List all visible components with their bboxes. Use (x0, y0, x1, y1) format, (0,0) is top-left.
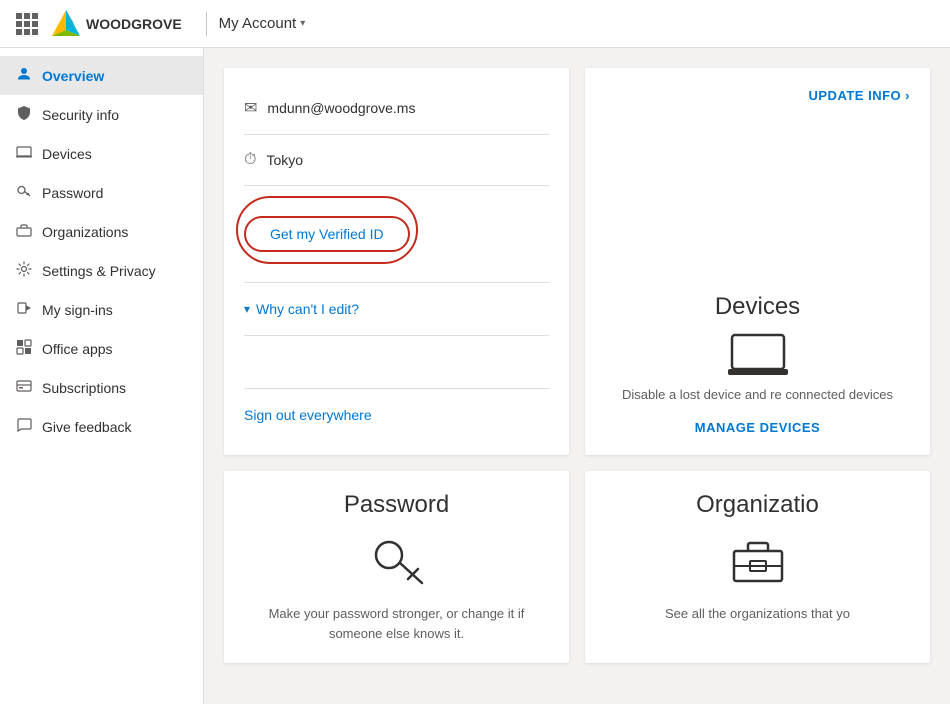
header-divider (206, 12, 207, 36)
office-sidebar-icon (16, 339, 32, 358)
sidebar-label-organizations: Organizations (42, 224, 128, 240)
org-title: Organizatio (605, 491, 910, 519)
org-card: Organizatio See all the organizations th… (585, 471, 930, 663)
location-icon: ⏱ (244, 151, 256, 169)
sidebar: Overview Security info Devices (0, 48, 204, 704)
location-row: ⏱ Tokyo (244, 141, 549, 179)
location-value: Tokyo (266, 152, 303, 168)
update-info-chevron: › (905, 88, 910, 103)
sidebar-item-settings[interactable]: Settings & Privacy (0, 251, 203, 290)
feedback-sidebar-icon (16, 417, 32, 436)
sidebar-label-feedback: Give feedback (42, 419, 132, 435)
divider-5 (244, 388, 549, 389)
sidebar-label-settings: Settings & Privacy (42, 263, 156, 279)
update-info-link[interactable]: UPDATE INFO › (809, 88, 911, 103)
email-value: mdunn@woodgrove.ms (267, 100, 415, 116)
profile-card: ✉ mdunn@woodgrove.ms ⏱ Tokyo Get my Veri… (224, 68, 569, 455)
signin-sidebar-icon (16, 300, 32, 319)
shield-icon (16, 105, 32, 124)
logo-text: WOODGROVE (86, 16, 182, 32)
sidebar-label-devices: Devices (42, 146, 92, 162)
sidebar-item-feedback[interactable]: Give feedback (0, 407, 203, 446)
app-grid-icon[interactable] (16, 13, 38, 35)
main-container: Overview Security info Devices (0, 48, 950, 704)
key-sidebar-icon (16, 183, 32, 202)
divider-1 (244, 134, 549, 135)
password-icon-area (244, 531, 549, 592)
sidebar-item-organizations[interactable]: Organizations (0, 212, 203, 251)
divider-2 (244, 185, 549, 186)
sign-out-link[interactable]: Sign out everywhere (244, 395, 549, 435)
verified-id-wrapper: Get my Verified ID (244, 200, 410, 260)
sidebar-label-office-apps: Office apps (42, 341, 113, 357)
sidebar-label-subscriptions: Subscriptions (42, 380, 126, 396)
laptop-card-icon (728, 333, 788, 377)
update-info-card: UPDATE INFO › Devices Disable a lost dev… (585, 68, 930, 455)
devices-description: Disable a lost device and re connected d… (605, 385, 910, 405)
password-card: Password Make your password stronger, or… (224, 471, 569, 663)
sidebar-label-password: Password (42, 185, 103, 201)
sidebar-item-security-info[interactable]: Security info (0, 95, 203, 134)
password-title: Password (244, 491, 549, 519)
divider-3 (244, 282, 549, 283)
email-icon: ✉ (244, 98, 257, 118)
sidebar-label-sign-ins: My sign-ins (42, 302, 113, 318)
sidebar-item-office-apps[interactable]: Office apps (0, 329, 203, 368)
sidebar-item-password[interactable]: Password (0, 173, 203, 212)
settings-sidebar-icon (16, 261, 32, 280)
header: WOODGROVE My Account ▾ (0, 0, 950, 48)
header-app-name: My Account ▾ (219, 15, 306, 32)
verified-id-section: Get my Verified ID (244, 192, 549, 276)
laptop-sidebar-icon (16, 144, 32, 163)
email-row: ✉ mdunn@woodgrove.ms (244, 88, 549, 128)
sidebar-nav: Overview Security info Devices (0, 48, 203, 454)
logo: WOODGROVE (50, 8, 182, 40)
sidebar-item-subscriptions[interactable]: Subscriptions (0, 368, 203, 407)
devices-title: Devices (605, 293, 910, 321)
org-description: See all the organizations that yo (605, 604, 910, 624)
sidebar-item-overview[interactable]: Overview (0, 56, 203, 95)
sidebar-label-security: Security info (42, 107, 119, 123)
why-cant-edit[interactable]: ▾ Why can't I edit? (244, 289, 549, 329)
chevron-down-icon: ▾ (244, 302, 250, 316)
org-icon-area (605, 531, 910, 592)
sidebar-item-sign-ins[interactable]: My sign-ins (0, 290, 203, 329)
sidebar-label-overview: Overview (42, 68, 104, 84)
devices-section: Devices Disable a lost device and re con… (605, 293, 910, 436)
app-name-chevron[interactable]: ▾ (300, 18, 305, 29)
key-card-icon (369, 531, 425, 587)
sidebar-item-devices[interactable]: Devices (0, 134, 203, 173)
verified-id-button[interactable]: Get my Verified ID (244, 216, 410, 252)
update-info-row: UPDATE INFO › (605, 88, 910, 103)
manage-devices-link[interactable]: MANAGE DEVICES (605, 420, 910, 435)
divider-4 (244, 335, 549, 336)
briefcase-sidebar-icon (16, 222, 32, 241)
subscription-sidebar-icon (16, 378, 32, 397)
person-icon (16, 66, 32, 85)
content-area: ✉ mdunn@woodgrove.ms ⏱ Tokyo Get my Veri… (204, 48, 950, 704)
org-card-icon (730, 531, 786, 587)
spacer (244, 342, 549, 382)
password-description: Make your password stronger, or change i… (244, 604, 549, 643)
